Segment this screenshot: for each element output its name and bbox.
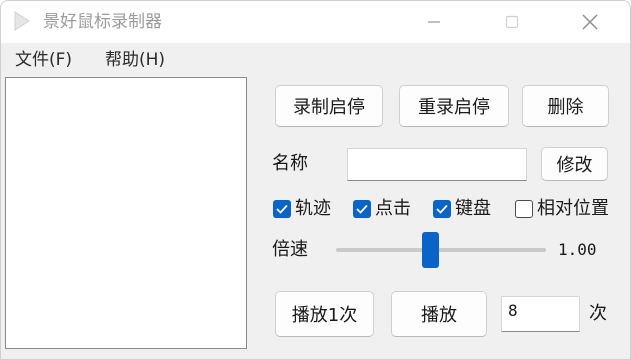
menu-file[interactable]: 文件(F) xyxy=(15,49,72,71)
checkbox-checked-icon xyxy=(433,200,451,218)
rerecord-toggle-button[interactable]: 重录启停 xyxy=(399,85,509,127)
keyboard-checkbox-label: 键盘 xyxy=(455,198,491,219)
play-once-button[interactable]: 播放1次 xyxy=(275,291,374,337)
speed-value: 1.00 xyxy=(558,240,597,259)
keyboard-checkbox[interactable]: 键盘 xyxy=(433,197,491,221)
speed-label: 倍速 xyxy=(272,239,308,260)
name-label: 名称 xyxy=(272,153,308,174)
maximize-button[interactable] xyxy=(489,1,535,43)
minimize-button[interactable] xyxy=(411,1,457,43)
play-button[interactable]: 播放 xyxy=(391,291,487,337)
name-input[interactable] xyxy=(347,148,527,181)
menu-help[interactable]: 帮助(H) xyxy=(105,49,165,71)
app-cursor-icon xyxy=(14,11,30,31)
checkbox-checked-icon xyxy=(273,200,291,218)
main-window: 景好鼠标录制器 文件(F) 帮助(H) 录制启停 重录启停 删除 名称 修改 轨… xyxy=(0,0,631,360)
relative-position-checkbox[interactable]: 相对位置 xyxy=(515,197,609,221)
click-checkbox-label: 点击 xyxy=(375,198,411,219)
track-checkbox-label: 轨迹 xyxy=(295,198,331,219)
menu-bar: 文件(F) 帮助(H) xyxy=(1,43,630,77)
close-button[interactable] xyxy=(567,1,613,43)
speed-slider-track[interactable] xyxy=(336,248,546,252)
recordings-list[interactable] xyxy=(5,77,247,349)
modify-button[interactable]: 修改 xyxy=(541,147,608,181)
repeat-count-input[interactable]: 8 xyxy=(501,296,580,332)
record-toggle-button[interactable]: 录制启停 xyxy=(275,85,383,127)
checkbox-checked-icon xyxy=(353,200,371,218)
delete-button[interactable]: 删除 xyxy=(522,85,609,127)
close-icon xyxy=(582,14,598,30)
times-unit-label: 次 xyxy=(589,303,607,324)
window-title: 景好鼠标录制器 xyxy=(43,12,162,32)
maximize-icon xyxy=(505,15,519,29)
minimize-icon xyxy=(428,21,440,23)
speed-slider-thumb[interactable] xyxy=(422,232,439,268)
title-bar[interactable]: 景好鼠标录制器 xyxy=(1,1,630,43)
track-checkbox[interactable]: 轨迹 xyxy=(273,197,331,221)
relative-position-checkbox-label: 相对位置 xyxy=(537,198,609,219)
checkbox-unchecked-icon xyxy=(515,200,533,218)
click-checkbox[interactable]: 点击 xyxy=(353,197,411,221)
